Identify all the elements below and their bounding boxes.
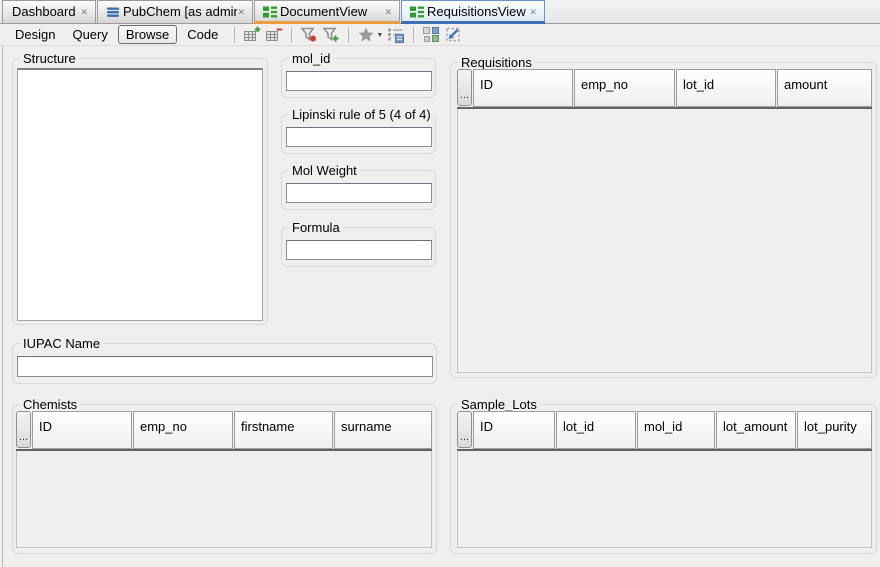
view-toolbar: Design Query Browse Code <box>0 24 880 46</box>
toolbar-separator <box>348 27 349 43</box>
toolbar-separator <box>291 27 292 43</box>
requisitions-title: Requisitions <box>458 55 535 70</box>
dropdown-caret-icon[interactable]: ▼ <box>376 32 383 39</box>
mode-browse[interactable]: Browse <box>118 25 177 44</box>
mode-query[interactable]: Query <box>65 26 114 43</box>
iupac-widget: IUPAC Name <box>12 343 437 384</box>
select-widget-icon[interactable] <box>444 26 462 43</box>
iupac-input[interactable] <box>17 356 433 377</box>
tab-pubchem[interactable]: PubChem [as admin] ✕ <box>97 0 253 23</box>
tab-documentview[interactable]: DocumentView ✕ <box>254 0 400 23</box>
column-header[interactable]: mol_id <box>637 411 715 449</box>
column-header[interactable]: ID <box>473 69 573 107</box>
formula-label: Formula <box>289 220 343 235</box>
formula-widget: Formula <box>281 227 436 267</box>
form-canvas: Structure mol_id Lipinski rule of 5 (4 o… <box>0 46 880 567</box>
close-icon[interactable]: ✕ <box>529 7 537 17</box>
close-icon[interactable]: ✕ <box>80 7 88 17</box>
tab-requisitionsview[interactable]: RequisitionsView ✕ <box>401 0 545 23</box>
grid-body[interactable] <box>16 451 432 548</box>
toolbar-separator <box>234 27 235 43</box>
column-header[interactable]: lot_id <box>556 411 636 449</box>
column-header[interactable]: lot_amount <box>716 411 796 449</box>
grid-header: ... ID lot_id mol_id lot_amount lot_puri… <box>457 411 872 451</box>
panel-edge <box>2 46 3 567</box>
sample-lots-widget: Sample_Lots ... ID lot_id mol_id lot_amo… <box>450 404 877 554</box>
tab-label: PubChem [as admin] <box>121 4 237 20</box>
requisitions-grid: ... ID emp_no lot_id amount <box>457 69 872 373</box>
column-header[interactable]: emp_no <box>574 69 675 107</box>
structure-label: Structure <box>20 51 79 66</box>
app-window: Dashboard ✕ PubChem [as admin] ✕ Documen… <box>0 0 880 567</box>
column-header[interactable]: lot_id <box>676 69 776 107</box>
chemists-grid: ... ID emp_no firstname surname <box>16 411 432 548</box>
mol-weight-input[interactable] <box>286 183 432 203</box>
row-selector-button[interactable]: ... <box>16 411 31 448</box>
close-icon[interactable]: ✕ <box>384 7 392 17</box>
tab-label: RequisitionsView <box>425 4 529 20</box>
grid-header: ... ID emp_no firstname surname <box>16 411 432 451</box>
mol-weight-widget: Mol Weight <box>281 170 436 210</box>
filter-clear-icon[interactable] <box>300 26 318 43</box>
filter-add-icon[interactable] <box>322 26 340 43</box>
column-header[interactable]: ID <box>32 411 132 449</box>
grid-form-icon <box>262 4 278 20</box>
structure-widget: Structure <box>12 58 268 325</box>
column-header[interactable]: lot_purity <box>797 411 872 449</box>
list-details-icon[interactable] <box>387 26 405 43</box>
formula-input[interactable] <box>286 240 432 260</box>
menu-icon <box>105 4 121 20</box>
grid-header: ... ID emp_no lot_id amount <box>457 69 872 109</box>
mode-design[interactable]: Design <box>8 26 62 43</box>
tab-label: DocumentView <box>278 4 384 20</box>
row-selector-button[interactable]: ... <box>457 411 472 448</box>
column-header[interactable]: amount <box>777 69 872 107</box>
delete-row-icon[interactable] <box>265 26 283 43</box>
iupac-label: IUPAC Name <box>20 336 103 351</box>
mol-id-widget: mol_id <box>281 58 436 98</box>
chemists-widget: Chemists ... ID emp_no firstname surname <box>12 404 437 554</box>
grid-form-icon <box>409 4 425 20</box>
lipinski-label: Lipinski rule of 5 (4 of 4) <box>289 107 434 122</box>
column-header[interactable]: emp_no <box>133 411 233 449</box>
lipinski-input[interactable] <box>286 127 432 147</box>
grid-body[interactable] <box>457 109 872 373</box>
lipinski-widget: Lipinski rule of 5 (4 of 4) <box>281 114 436 154</box>
sample-lots-title: Sample_Lots <box>458 397 540 412</box>
sample-lots-grid: ... ID lot_id mol_id lot_amount lot_puri… <box>457 411 872 548</box>
column-header[interactable]: surname <box>334 411 432 449</box>
favorites-icon[interactable] <box>357 26 375 43</box>
mol-id-input[interactable] <box>286 71 432 91</box>
tab-dashboard[interactable]: Dashboard ✕ <box>2 0 96 23</box>
mol-weight-label: Mol Weight <box>289 163 360 178</box>
row-selector-button[interactable]: ... <box>457 69 472 106</box>
mol-id-label: mol_id <box>289 51 333 66</box>
widgets-icon[interactable] <box>422 26 440 43</box>
toolbar-separator <box>413 27 414 43</box>
close-icon[interactable]: ✕ <box>237 7 245 17</box>
column-header[interactable]: firstname <box>234 411 333 449</box>
chemists-title: Chemists <box>20 397 80 412</box>
column-header[interactable]: ID <box>473 411 555 449</box>
tab-label: Dashboard <box>10 4 80 20</box>
document-tab-strip: Dashboard ✕ PubChem [as admin] ✕ Documen… <box>0 0 880 24</box>
grid-body[interactable] <box>457 451 872 548</box>
structure-canvas[interactable] <box>17 68 263 321</box>
requisitions-widget: Requisitions ... ID emp_no lot_id amount <box>450 62 877 378</box>
mode-code[interactable]: Code <box>180 26 225 43</box>
add-row-icon[interactable] <box>243 26 261 43</box>
